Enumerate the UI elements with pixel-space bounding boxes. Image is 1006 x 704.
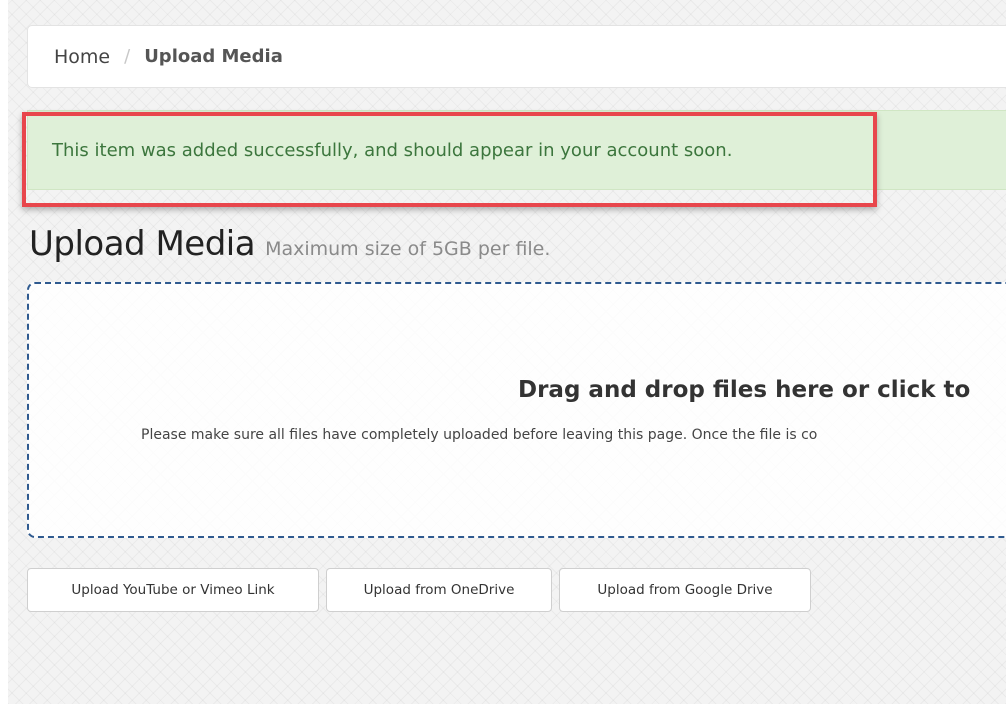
dropzone-title: Drag and drop files here or click to bbox=[518, 377, 971, 403]
file-dropzone[interactable] bbox=[27, 282, 1006, 538]
upload-google-drive-button[interactable]: Upload from Google Drive bbox=[559, 568, 811, 612]
page-title-text: Upload Media bbox=[29, 224, 256, 264]
upload-onedrive-button[interactable]: Upload from OneDrive bbox=[326, 568, 552, 612]
breadcrumb-current-page: Upload Media bbox=[144, 46, 283, 67]
breadcrumb-separator: / bbox=[124, 46, 131, 67]
success-alert-message: This item was added successfully, and sh… bbox=[52, 140, 733, 161]
breadcrumb-home-link[interactable]: Home bbox=[54, 46, 110, 68]
left-edge-strip bbox=[0, 0, 8, 704]
page: Home / Upload Media This item was added … bbox=[0, 0, 1006, 704]
dropzone-hint: Please make sure all files have complete… bbox=[141, 427, 818, 443]
page-subtitle: Maximum size of 5GB per file. bbox=[265, 238, 551, 260]
upload-youtube-vimeo-button[interactable]: Upload YouTube or Vimeo Link bbox=[27, 568, 319, 612]
page-title: Upload Media Maximum size of 5GB per fil… bbox=[29, 224, 550, 264]
breadcrumb: Home / Upload Media bbox=[27, 25, 1006, 88]
